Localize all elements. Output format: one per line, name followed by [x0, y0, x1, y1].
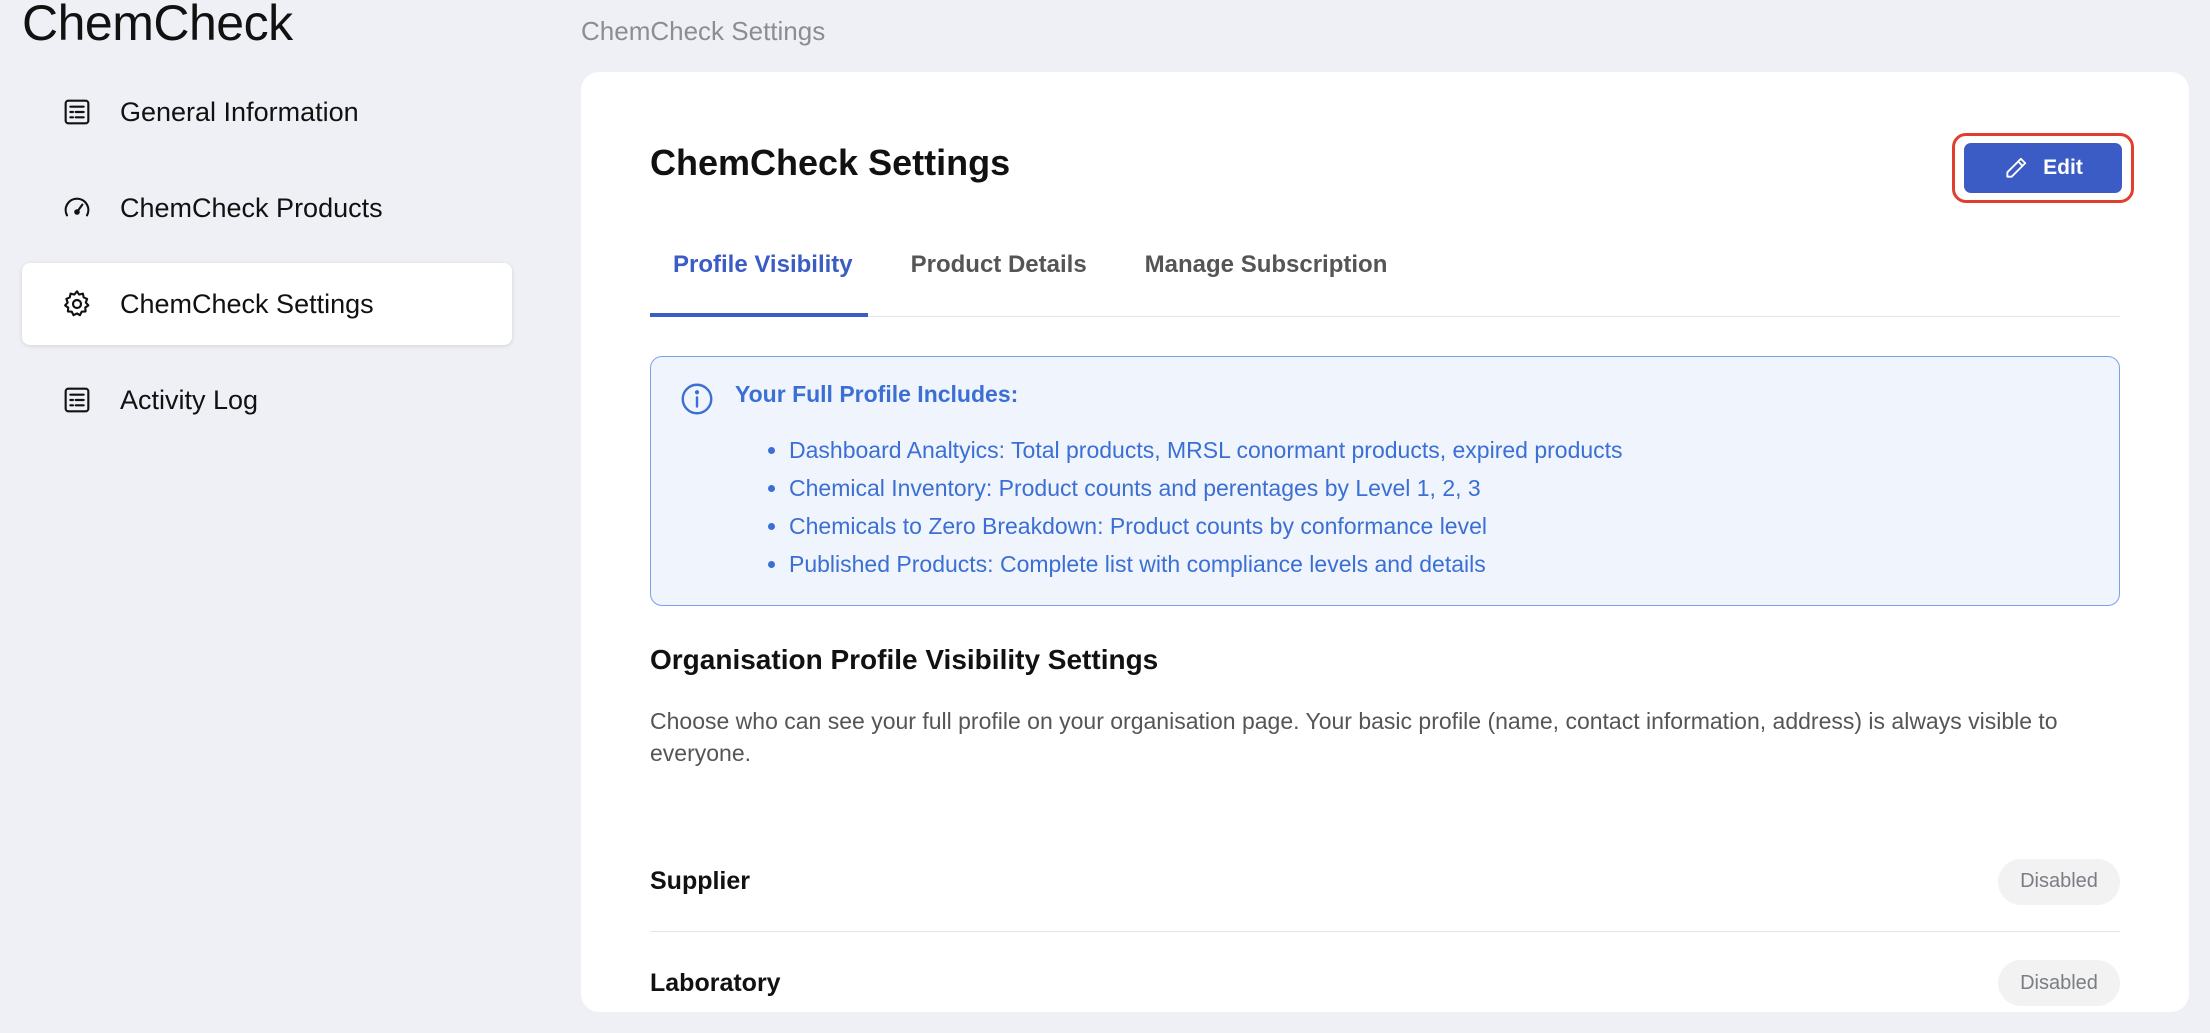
gear-icon: [60, 287, 94, 321]
section-title: Organisation Profile Visibility Settings: [650, 644, 1159, 675]
list-item: Published Products: Complete list with c…: [789, 545, 1623, 583]
app-title: ChemCheck: [22, 0, 293, 51]
tab-manage-subscription[interactable]: Manage Subscription: [1122, 225, 1411, 305]
edit-button-highlight: Edit: [1952, 133, 2134, 203]
tab-profile-visibility[interactable]: Profile Visibility: [650, 225, 876, 305]
sidebar-item-label: ChemCheck Products: [120, 192, 383, 223]
info-list: Dashboard Analtyics: Total products, MRS…: [769, 431, 1623, 583]
list-item: Chemical Inventory: Product counts and p…: [789, 469, 1623, 507]
tab-product-details[interactable]: Product Details: [888, 225, 1110, 305]
info-heading: Your Full Profile Includes:: [735, 381, 1019, 407]
list-item: Chemicals to Zero Breakdown: Product cou…: [789, 507, 1623, 545]
sidebar-item-label: Activity Log: [120, 384, 259, 415]
document-list-icon: [60, 383, 94, 417]
active-tab-indicator: [650, 313, 868, 317]
sidebar-item-chemcheck-settings[interactable]: ChemCheck Settings: [22, 263, 512, 345]
info-icon: [679, 381, 715, 417]
section-description: Choose who can see your full profile on …: [650, 708, 2058, 766]
sidebar-item-label: ChemCheck Settings: [120, 288, 374, 319]
sidebar-item-label: General Information: [120, 96, 359, 127]
pencil-icon: [2003, 155, 2029, 181]
sidebar-item-general-information[interactable]: General Information: [22, 71, 512, 153]
page-title: ChemCheck Settings: [650, 142, 1011, 183]
visibility-row-laboratory: Laboratory Disabled: [650, 933, 2120, 1033]
setting-label: Supplier: [650, 867, 751, 895]
visibility-row-supplier: Supplier Disabled: [650, 832, 2120, 932]
document-list-icon: [60, 95, 94, 129]
sidebar-item-chemcheck-products[interactable]: ChemCheck Products: [22, 167, 512, 249]
gauge-icon: [60, 191, 94, 225]
breadcrumb: ChemCheck Settings: [581, 16, 826, 46]
info-box: Your Full Profile Includes: Dashboard An…: [650, 356, 2120, 606]
status-badge: Disabled: [1998, 960, 2120, 1006]
setting-label: Laboratory: [650, 968, 781, 997]
edit-button[interactable]: Edit: [1964, 143, 2122, 193]
settings-card: ChemCheck Settings Edit Profile Visibili…: [581, 72, 2189, 1012]
tab-bar: Profile Visibility Product Details Manag…: [650, 237, 2120, 317]
sidebar-item-activity-log[interactable]: Activity Log: [22, 359, 512, 441]
edit-button-label: Edit: [2043, 156, 2083, 179]
sidebar: General Information ChemCheck Products C…: [22, 71, 512, 455]
status-badge: Disabled: [1998, 858, 2120, 905]
list-item: Dashboard Analtyics: Total products, MRS…: [789, 431, 1623, 469]
